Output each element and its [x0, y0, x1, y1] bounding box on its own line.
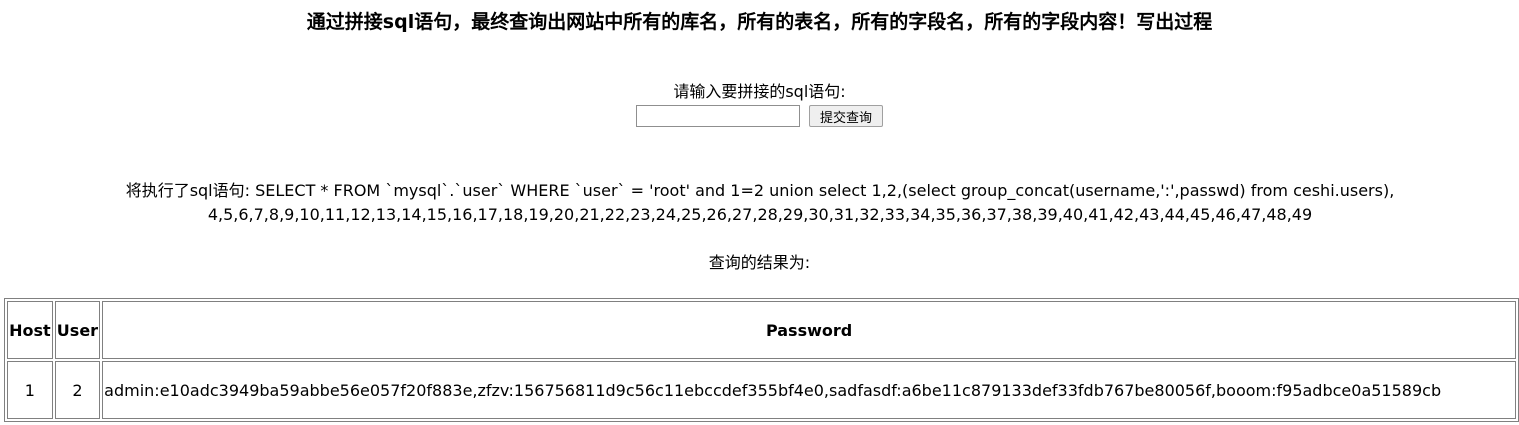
- page-title: 通过拼接sql语句，最终查询出网站中所有的库名，所有的表名，所有的字段名，所有的…: [306, 11, 1213, 33]
- sql-input[interactable]: [635, 105, 800, 127]
- input-row: 提交查询: [0, 105, 1519, 129]
- table-header-row: Host User Password: [7, 301, 1516, 359]
- cell-host: 1: [7, 361, 53, 419]
- header-password: Password: [102, 301, 1516, 359]
- submit-button[interactable]: 提交查询: [809, 105, 884, 127]
- input-prompt: 请输入要拼接的sql语句:: [673, 82, 846, 101]
- result-label: 查询的结果为:: [708, 253, 811, 272]
- header-user: User: [54, 301, 101, 359]
- table-row: 1 2 admin:e10adc3949ba59abbe56e057f20f88…: [7, 361, 1516, 419]
- page: 通过拼接sql语句，最终查询出网站中所有的库名，所有的表名，所有的字段名，所有的…: [0, 0, 1519, 425]
- cell-password: admin:e10adc3949ba59abbe56e057f20f883e,z…: [102, 361, 1516, 419]
- sql-form: 请输入要拼接的sql语句: 提交查询: [0, 81, 1519, 129]
- header-host: Host: [7, 301, 53, 359]
- cell-user: 2: [54, 361, 101, 419]
- executed-sql-text: 将执行了sql语句: SELECT * FROM `mysql`.`user` …: [125, 181, 1395, 224]
- results-table: Host User Password 1 2 admin:e10adc3949b…: [4, 298, 1519, 422]
